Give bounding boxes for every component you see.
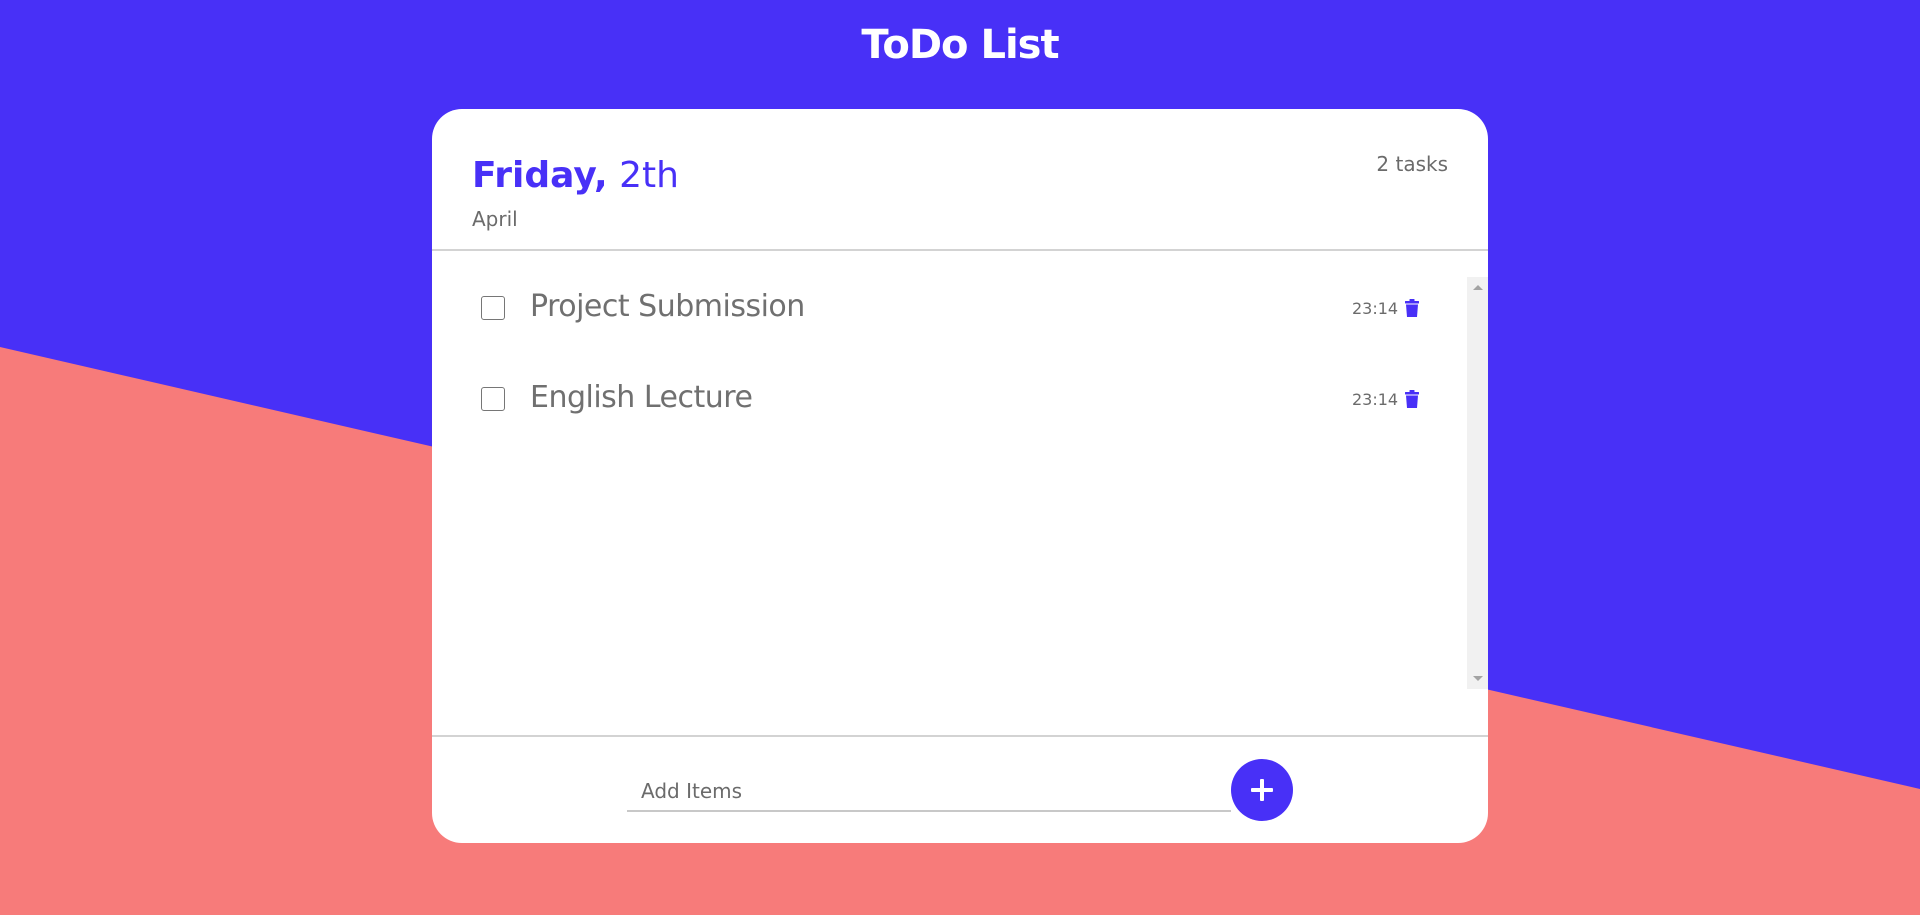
date-line: Friday, 2th <box>472 155 679 196</box>
task-list: Project Submission 23:14 English Lecture… <box>432 277 1467 687</box>
scroll-up-arrow-icon[interactable] <box>1473 285 1483 290</box>
task-time: 23:14 <box>1352 299 1399 318</box>
task-item: English Lecture 23:14 <box>432 368 1467 428</box>
card-header: Friday, 2th April 2 tasks <box>432 109 1488 251</box>
task-checkbox[interactable] <box>481 387 505 411</box>
add-item-input[interactable] <box>627 772 1231 812</box>
task-list-scrollbar[interactable] <box>1467 277 1488 689</box>
todo-card: Friday, 2th April 2 tasks Project Submis… <box>432 109 1488 843</box>
task-item: Project Submission 23:14 <box>432 277 1467 337</box>
task-text: Project Submission <box>530 289 805 324</box>
trash-icon[interactable] <box>1402 298 1422 318</box>
day-number: 2th <box>619 155 679 196</box>
month-label: April <box>472 207 518 231</box>
scroll-down-arrow-icon[interactable] <box>1473 676 1483 681</box>
app-title: ToDo List <box>861 22 1059 68</box>
card-footer <box>432 735 1488 843</box>
add-item-button[interactable] <box>1231 759 1293 821</box>
task-count: 2 tasks <box>1376 152 1448 176</box>
task-time: 23:14 <box>1352 390 1399 409</box>
trash-icon[interactable] <box>1402 389 1422 409</box>
plus-icon <box>1260 779 1264 801</box>
task-text: English Lecture <box>530 380 753 415</box>
task-checkbox[interactable] <box>481 296 505 320</box>
day-name: Friday, <box>472 155 608 196</box>
